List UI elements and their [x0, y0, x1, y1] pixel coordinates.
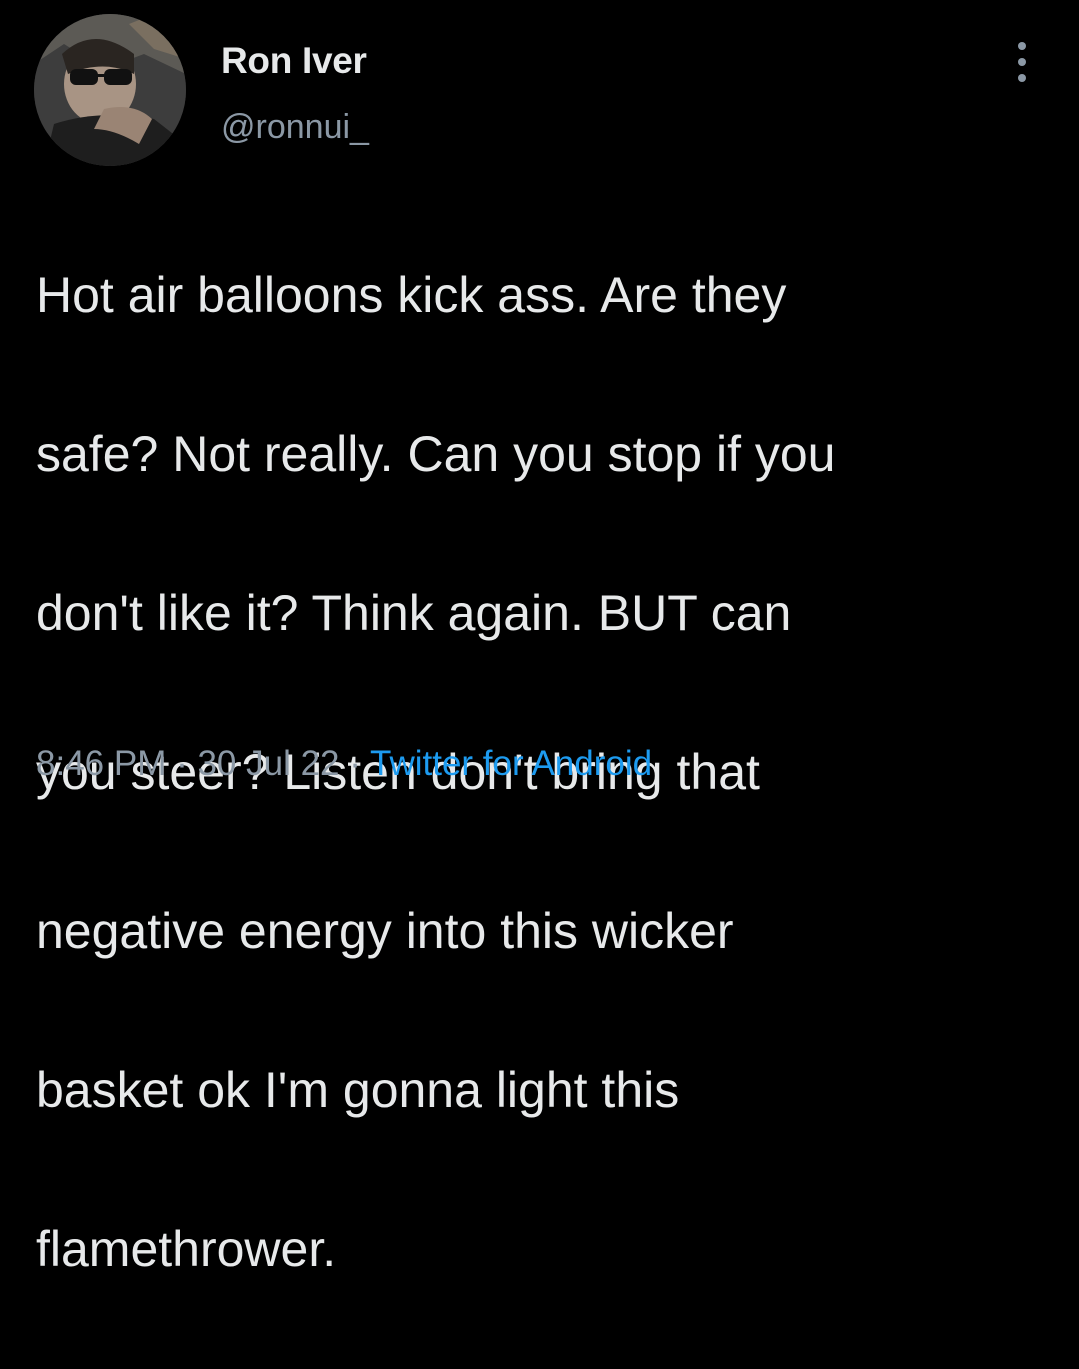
- display-name[interactable]: Ron Iver: [221, 40, 367, 82]
- more-options-button[interactable]: [1004, 38, 1040, 86]
- tweet-source-link[interactable]: Twitter for Android: [370, 744, 652, 783]
- separator: ·: [339, 744, 371, 783]
- tweet-text-line: basket ok I'm gonna light this: [36, 1061, 680, 1118]
- tweet-text-line: safe? Not really. Can you stop if you: [36, 425, 836, 482]
- tweet-text-line: flamethrower.: [36, 1220, 337, 1277]
- avatar[interactable]: [34, 14, 186, 166]
- tweet-text-line: Hot air balloons kick ass. Are they: [36, 266, 787, 323]
- tweet-card: Ron Iver @ronnui_ Hot air balloons kick …: [0, 0, 1079, 1277]
- profile-photo-icon: [34, 14, 186, 166]
- tweet-text-line: don't like it? Think again. BUT can: [36, 584, 792, 641]
- user-handle[interactable]: @ronnui_: [221, 108, 369, 147]
- tweet-date[interactable]: 30 Jul 22: [197, 744, 339, 783]
- more-vertical-icon-dot: [1018, 58, 1026, 66]
- tweet-metadata: 8:46 PM · 30 Jul 22 · Twitter for Androi…: [36, 744, 652, 784]
- tweet-time[interactable]: 8:46 PM: [36, 744, 166, 783]
- tweet-text-line: negative energy into this wicker: [36, 902, 734, 959]
- more-vertical-icon-dot: [1018, 42, 1026, 50]
- separator: ·: [166, 744, 198, 783]
- more-vertical-icon-dot: [1018, 74, 1026, 82]
